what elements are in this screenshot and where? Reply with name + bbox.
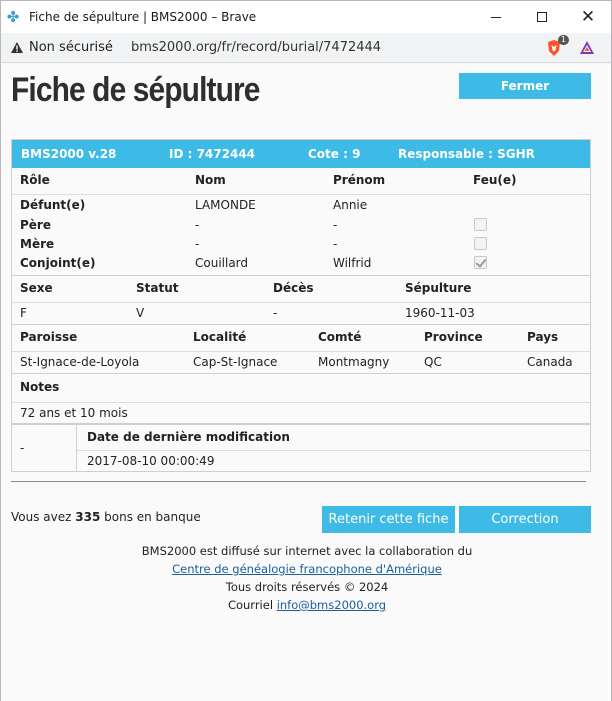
table-row: Mère - - (12, 234, 590, 253)
col-sexe: Sexe (20, 281, 53, 295)
person-prenom: Annie (333, 198, 368, 212)
value-localite: Cap-St-Ignace (193, 355, 278, 369)
person-role: Défunt(e) (20, 198, 86, 212)
value-sexe: F (20, 306, 27, 320)
footer: BMS2000 est diffusé sur internet avec la… (1, 542, 612, 614)
notes-section: Notes 72 ans et 10 mois (12, 373, 590, 423)
col-statut: Statut (136, 281, 179, 295)
version-label: BMS2000 v.28 (21, 147, 117, 161)
person-prenom: Wilfrid (333, 256, 372, 270)
table-row: Conjoint(e) Couillard Wilfrid (12, 253, 590, 275)
modif-value-cell: 2017-08-10 00:00:49 (77, 451, 590, 471)
cgfa-link[interactable]: Centre de généalogie francophone d'Améri… (172, 562, 442, 576)
security-label[interactable]: Non sécurisé (29, 40, 113, 55)
keep-record-button[interactable]: Retenir cette fiche (322, 506, 455, 533)
col-nom: Nom (195, 173, 226, 187)
maximize-button[interactable] (519, 1, 565, 34)
value-province: QC (424, 355, 442, 369)
feu-checkbox-conjoint[interactable] (474, 256, 487, 269)
col-sepulture: Sépulture (405, 281, 472, 295)
footer-copyright: Tous droits réservés © 2024 (225, 580, 389, 594)
bank-suffix: bons en banque (100, 510, 201, 524)
notes-row: 72 ans et 10 mois (12, 403, 590, 423)
value-deces: - (273, 306, 278, 320)
brave-shields-icon[interactable]: 1 (545, 34, 569, 57)
bank-balance: Vous avez 335 bons en banque (11, 510, 201, 524)
modif-date-value: 2017-08-10 00:00:49 (87, 454, 215, 468)
col-comte: Comté (318, 330, 362, 344)
notes-header-row: Notes (12, 374, 590, 402)
place-section: Paroisse Localité Comté Province Pays St… (12, 324, 590, 373)
col-pays: Pays (527, 330, 559, 344)
person-role: Mère (20, 237, 55, 251)
url-field[interactable]: bms2000.org/fr/record/burial/7472444 (131, 40, 545, 55)
col-prenom: Prénom (333, 173, 386, 187)
warning-icon[interactable] (11, 41, 23, 54)
col-deces: Décès (273, 281, 314, 295)
person-prenom: - (333, 218, 338, 232)
modif-left-cell: - (12, 425, 77, 471)
person-nom: - (195, 237, 200, 251)
modif-header: Date de dernière modification (87, 430, 290, 444)
table-row: Père - - (12, 215, 590, 234)
brave-rewards-icon[interactable] (579, 40, 595, 56)
page-title: Fiche de sépulture (11, 71, 260, 109)
modif-left-value: - (20, 441, 25, 455)
person-role: Père (20, 218, 51, 232)
details-header-row: Sexe Statut Décès Sépulture (12, 276, 590, 302)
value-statut: V (136, 306, 145, 320)
table-row: Défunt(e) LAMONDE Annie (12, 195, 590, 215)
correction-button[interactable]: Correction (459, 506, 591, 533)
email-link[interactable]: info@bms2000.org (277, 598, 386, 612)
place-header-row: Paroisse Localité Comté Province Pays (12, 325, 590, 351)
col-province: Province (424, 330, 483, 344)
person-nom: - (195, 218, 200, 232)
burial-record-card: BMS2000 v.28 ID : 7472444 Cote : 9 Respo… (11, 139, 591, 472)
close-button[interactable]: Fermer (459, 73, 591, 99)
tree-app-icon: ✤ (6, 8, 20, 26)
record-cote: Cote : 9 (308, 147, 361, 161)
bank-prefix: Vous avez (11, 510, 76, 524)
divider (11, 481, 586, 482)
minimize-button[interactable] (473, 1, 519, 34)
details-section: Sexe Statut Décès Sépulture F V - 1960-1… (12, 275, 590, 324)
person-prenom: - (333, 237, 338, 251)
col-role: Rôle (20, 173, 50, 187)
persons-header-row: Rôle Nom Prénom Feu(e) (12, 168, 590, 194)
footer-collab: BMS2000 est diffusé sur internet avec la… (141, 544, 473, 558)
col-paroisse: Paroisse (20, 330, 78, 344)
person-nom: Couillard (195, 256, 249, 270)
close-window-button[interactable]: ✕ (565, 1, 611, 34)
record-header: BMS2000 v.28 ID : 7472444 Cote : 9 Respo… (12, 140, 590, 168)
window-titlebar: ✤ Fiche de sépulture | BMS2000 – Brave ✕ (0, 0, 612, 33)
person-nom: LAMONDE (195, 198, 256, 212)
record-responsable: Responsable : SGHR (398, 147, 535, 161)
feu-checkbox-mere[interactable] (474, 237, 487, 250)
table-row: St-Ignace-de-Loyola Cap-St-Ignace Montma… (12, 352, 590, 373)
feu-checkbox-pere[interactable] (474, 218, 487, 231)
record-id: ID : 7472444 (169, 147, 256, 161)
modification-section: - Date de dernière modification 2017-08-… (12, 423, 590, 471)
col-feu: Feu(e) (473, 173, 517, 187)
bank-count: 335 (75, 510, 101, 524)
value-comte: Montmagny (318, 355, 390, 369)
table-row: F V - 1960-11-03 (12, 303, 590, 324)
footer-email-prefix: Courriel (227, 598, 277, 612)
shields-count-badge: 1 (557, 34, 569, 45)
page-content: Fiche de sépulture Fermer BMS2000 v.28 I… (0, 63, 612, 701)
window-title: Fiche de sépulture | BMS2000 – Brave (29, 10, 257, 24)
modif-header-cell: Date de dernière modification (77, 425, 590, 451)
person-role: Conjoint(e) (20, 256, 96, 270)
notes-title: Notes (20, 380, 60, 394)
value-pays: Canada (527, 355, 573, 369)
address-bar: Non sécurisé bms2000.org/fr/record/buria… (0, 33, 612, 63)
col-localite: Localité (193, 330, 247, 344)
value-paroisse: St-Ignace-de-Loyola (20, 355, 140, 369)
notes-value: 72 ans et 10 mois (20, 406, 128, 420)
value-sepulture: 1960-11-03 (405, 306, 475, 320)
persons-section: Rôle Nom Prénom Feu(e) Défunt(e) LAMONDE… (12, 168, 590, 275)
